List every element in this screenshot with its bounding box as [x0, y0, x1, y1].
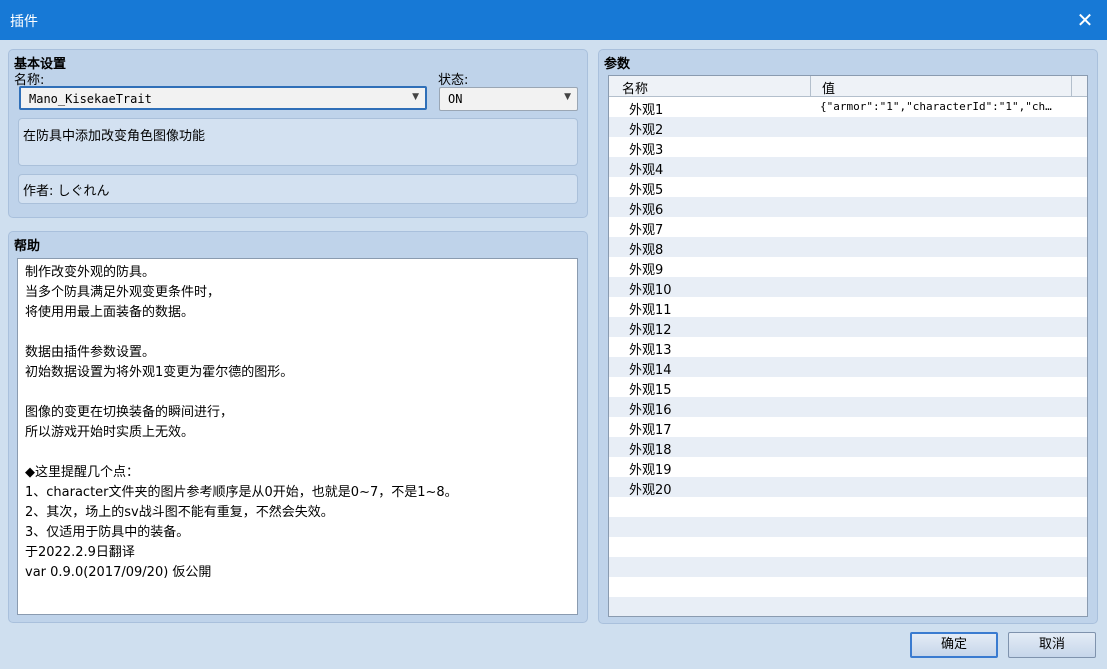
table-row[interactable]: 外观17	[609, 417, 1087, 438]
param-value: {"armor":"1","characterId":"1","ch…	[820, 100, 1052, 113]
table-row[interactable]: 外观14	[609, 357, 1087, 378]
table-row[interactable]: 外观4	[609, 157, 1087, 178]
param-name: 外观19	[629, 463, 672, 478]
table-row[interactable]: 外观13	[609, 337, 1087, 358]
table-row[interactable]: 外观5	[609, 177, 1087, 198]
params-title: 参数	[604, 57, 631, 72]
help-text-area[interactable]: 制作改变外观的防具。 当多个防具满足外观变更条件时， 将使用用最上面装备的数据。…	[17, 258, 578, 615]
help-line: var 0.9.0(2017/09/20) 仮公開	[25, 565, 212, 580]
help-group: 帮助 制作改变外观的防具。 当多个防具满足外观变更条件时， 将使用用最上面装备的…	[8, 231, 588, 623]
param-name: 外观10	[629, 283, 672, 298]
table-row[interactable]: 外观1 {"armor":"1","characterId":"1","ch…	[609, 97, 1087, 118]
param-name: 外观18	[629, 443, 672, 458]
help-line	[25, 323, 577, 343]
basic-settings-group: 基本设置 名称: Mano_KisekaeTrait ▼ 状态: ON ▼ 在防…	[8, 49, 588, 218]
param-name: 外观3	[629, 143, 664, 158]
param-name: 外观9	[629, 263, 664, 278]
title-bar: 插件 ✕	[0, 0, 1107, 40]
chevron-down-icon: ▼	[564, 92, 571, 102]
column-separator	[810, 76, 811, 97]
ok-button[interactable]: 确定	[910, 632, 998, 658]
table-row[interactable]: 外观19	[609, 457, 1087, 478]
status-value: ON	[448, 92, 463, 106]
params-table[interactable]: 名称 值 外观1 {"armor":"1","characterId":"1","…	[608, 75, 1088, 617]
author-text: 作者: しぐれん	[23, 184, 110, 199]
table-row[interactable]: 外观2	[609, 117, 1087, 138]
help-line: 所以游戏开始时实质上无效。	[25, 425, 195, 440]
chevron-down-icon: ▼	[412, 92, 419, 102]
help-line: 图像的变更在切换装备的瞬间进行，	[25, 405, 234, 420]
param-name: 外观16	[629, 403, 672, 418]
empty-table-row	[609, 517, 1087, 537]
param-name: 外观8	[629, 243, 664, 258]
close-icon[interactable]: ✕	[1071, 6, 1099, 34]
param-name: 外观1	[629, 103, 664, 118]
help-line: 将使用用最上面装备的数据。	[25, 305, 195, 320]
params-group: 参数 名称 值 外观1 {"armor":"1","characterId":"1…	[598, 49, 1098, 624]
param-name: 外观12	[629, 323, 672, 338]
param-name: 外观6	[629, 203, 664, 218]
table-row[interactable]: 外观10	[609, 277, 1087, 298]
table-row[interactable]: 外观16	[609, 397, 1087, 418]
status-label: 状态:	[438, 73, 469, 88]
param-name: 外观20	[629, 483, 672, 498]
empty-table-row	[609, 497, 1087, 517]
param-name: 外观5	[629, 183, 664, 198]
plugin-name-select[interactable]: Mano_KisekaeTrait ▼	[19, 86, 427, 110]
dialog-client: 基本设置 名称: Mano_KisekaeTrait ▼ 状态: ON ▼ 在防…	[0, 40, 1107, 669]
table-row[interactable]: 外观11	[609, 297, 1087, 318]
help-line	[25, 383, 577, 403]
help-line: 初始数据设置为将外观1变更为霍尔德的图形。	[25, 365, 294, 380]
empty-table-row	[609, 597, 1087, 616]
column-separator	[1071, 76, 1072, 97]
plugin-name-value: Mano_KisekaeTrait	[29, 92, 152, 106]
empty-table-row	[609, 557, 1087, 577]
help-line	[25, 443, 577, 463]
table-row[interactable]: 外观15	[609, 377, 1087, 398]
help-line: 1、character文件夹的图片参考顺序是从0开始，也就是0~7，不是1~8。	[25, 485, 458, 500]
param-name: 外观13	[629, 343, 672, 358]
help-line: 当多个防具满足外观变更条件时，	[25, 285, 221, 300]
param-name: 外观17	[629, 423, 672, 438]
table-row[interactable]: 外观3	[609, 137, 1087, 158]
cancel-button[interactable]: 取消	[1008, 632, 1096, 658]
table-row[interactable]: 外观7	[609, 217, 1087, 238]
param-name: 外观14	[629, 363, 672, 378]
window-title: 插件	[10, 14, 38, 30]
status-select[interactable]: ON ▼	[439, 87, 578, 111]
param-name: 外观15	[629, 383, 672, 398]
table-row[interactable]: 外观8	[609, 237, 1087, 258]
author-box: 作者: しぐれん	[18, 174, 578, 204]
col-header-name[interactable]: 名称	[622, 78, 648, 97]
help-title: 帮助	[14, 239, 41, 254]
help-line: ◆这里提醒几个点：	[25, 465, 139, 480]
param-name: 外观4	[629, 163, 664, 178]
col-header-value[interactable]: 值	[822, 78, 835, 97]
param-name: 外观7	[629, 223, 664, 238]
help-line: 3、仅适用于防具中的装备。	[25, 525, 190, 540]
help-line: 制作改变外观的防具。	[25, 265, 156, 280]
description-box: 在防具中添加改变角色图像功能	[18, 118, 578, 166]
table-row[interactable]: 外观9	[609, 257, 1087, 278]
empty-table-row	[609, 577, 1087, 597]
params-table-header: 名称 值	[609, 76, 1087, 97]
description-text: 在防具中添加改变角色图像功能	[23, 129, 206, 144]
param-name: 外观11	[629, 303, 672, 318]
table-row[interactable]: 外观12	[609, 317, 1087, 338]
empty-table-row	[609, 537, 1087, 557]
help-line: 数据由插件参数设置。	[25, 345, 156, 360]
table-row[interactable]: 外观18	[609, 437, 1087, 458]
table-row[interactable]: 外观20	[609, 477, 1087, 498]
table-row[interactable]: 外观6	[609, 197, 1087, 218]
param-name: 外观2	[629, 123, 664, 138]
help-line: 2、其次，场上的sv战斗图不能有重复，不然会失效。	[25, 505, 334, 520]
help-line: 于2022.2.9日翻译	[25, 545, 135, 560]
